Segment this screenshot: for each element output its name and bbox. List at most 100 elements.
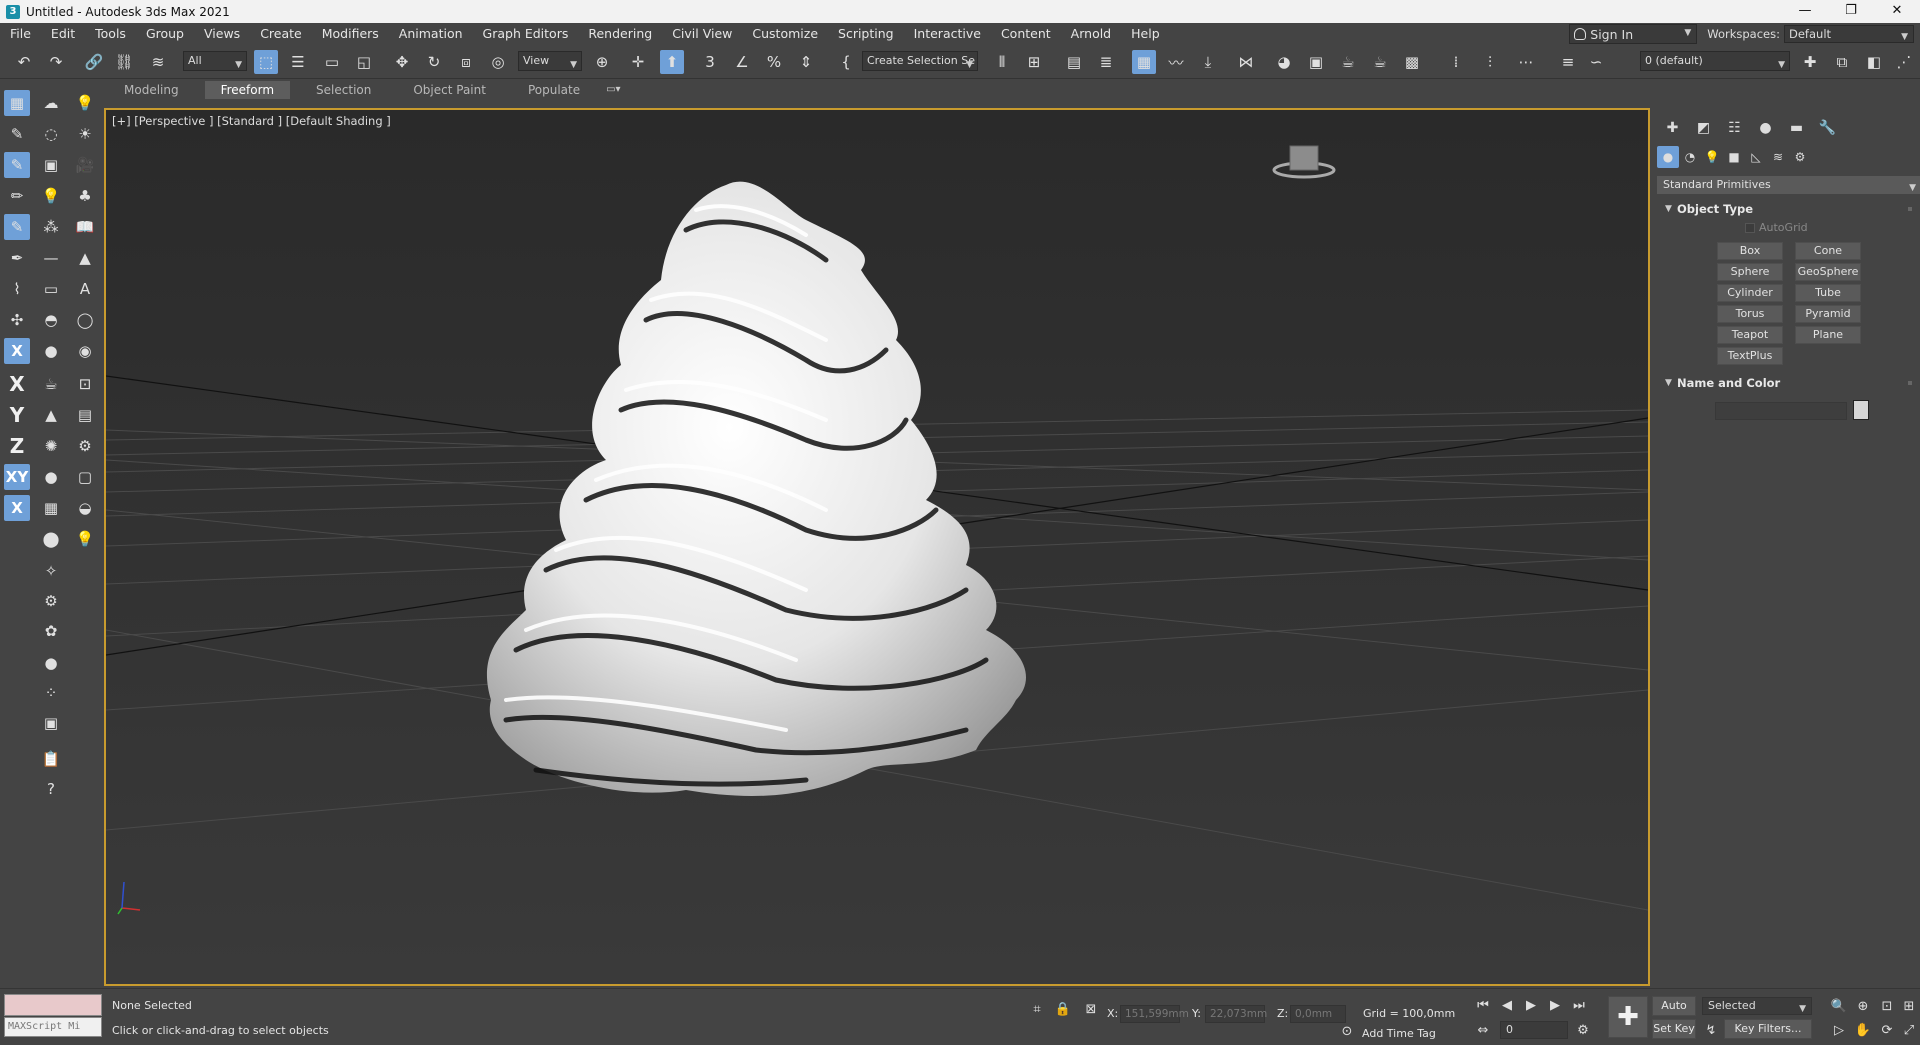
light-icon[interactable]: 💡 (38, 183, 64, 209)
teapot-button[interactable]: Teapot (1717, 326, 1783, 344)
select-by-name-icon[interactable]: ☰ (286, 50, 310, 74)
viewport-label[interactable]: [+] [Perspective ] [Standard ] [Default … (112, 114, 391, 128)
textplus-button[interactable]: TextPlus (1717, 347, 1783, 365)
select-object-icon[interactable]: ⬚ (254, 50, 278, 74)
y-coordinate-field[interactable]: 22,073mm (1205, 1005, 1267, 1023)
menu-interactive[interactable]: Interactive (904, 23, 991, 45)
sphere-icon[interactable]: ● (38, 338, 64, 364)
key-tangent-icon[interactable]: ↯ (1700, 1019, 1722, 1041)
plane-icon[interactable]: ▭ (38, 276, 64, 302)
menu-views[interactable]: Views (194, 23, 250, 45)
primitive-category-select[interactable]: Standard Primitives ▼ (1657, 176, 1920, 194)
system-icon[interactable]: ⚙ (72, 433, 98, 459)
xz-axis-icon[interactable]: X (4, 495, 30, 521)
menu-customize[interactable]: Customize (742, 23, 828, 45)
grid-toggle-icon[interactable]: ⁞ (1444, 50, 1468, 74)
field-of-view-icon[interactable]: ▷ (1828, 1019, 1850, 1041)
y-axis-icon[interactable]: Y (4, 402, 30, 428)
object-name-input[interactable] (1715, 402, 1847, 420)
add-time-tag-button[interactable]: Add Time Tag (1362, 1027, 1436, 1040)
window-crossing-icon[interactable]: ◱ (352, 50, 376, 74)
autogrid-checkbox[interactable]: AutoGrid (1745, 221, 1808, 234)
menu-tools[interactable]: Tools (85, 23, 136, 45)
pivot-center-icon[interactable]: ⊕ (590, 50, 614, 74)
menu-create[interactable]: Create (250, 23, 312, 45)
hierarchy-tab-icon[interactable]: ☷ (1719, 116, 1750, 140)
play-icon[interactable]: ▶ (1520, 994, 1542, 1016)
grid-fill-icon[interactable]: ▦ (38, 495, 64, 521)
camera-target-icon[interactable]: ◒ (72, 495, 98, 521)
ribbon-options-icon[interactable]: ▭▾ (606, 81, 628, 99)
angle-snap-icon[interactable]: ∠ (730, 50, 754, 74)
render-frame-icon[interactable]: ☕ (1336, 50, 1360, 74)
foliage-icon[interactable]: ✿ (38, 618, 64, 644)
tab-selection[interactable]: Selection (300, 81, 387, 99)
object-color-swatch[interactable] (1853, 400, 1869, 420)
menu-file[interactable]: File (0, 23, 41, 45)
key-mode-select[interactable]: Selected ▼ (1702, 997, 1812, 1015)
rectangular-selection-icon[interactable]: ▭ (320, 50, 344, 74)
paint-select-icon[interactable]: ✎ (4, 121, 30, 147)
maxscript-listener-output[interactable] (4, 994, 102, 1016)
modify-tab-icon[interactable]: ◩ (1688, 116, 1719, 140)
layer-explorer-icon[interactable]: ≣ (1094, 50, 1118, 74)
select-icon[interactable]: ▦ (4, 90, 30, 116)
geometry-icon[interactable]: ● (38, 464, 64, 490)
x-axis-icon[interactable]: X (4, 371, 30, 397)
display-tab-icon[interactable]: ▬ (1781, 116, 1812, 140)
mirror-icon[interactable]: ⫴ (990, 50, 1014, 74)
link-icon[interactable]: 🔗 (82, 50, 106, 74)
time-tag-icon[interactable]: ⊙ (1336, 1020, 1358, 1042)
systems-icon[interactable]: ⚙ (1789, 146, 1811, 168)
material-ball-icon[interactable]: ⬤ (38, 526, 64, 552)
utilities-tab-icon[interactable]: 🔧 (1812, 116, 1843, 140)
key-mode-icon[interactable]: ⇔ (1472, 1019, 1494, 1041)
sunlight-icon[interactable]: ✺ (38, 433, 64, 459)
menu-group[interactable]: Group (136, 23, 194, 45)
close-button[interactable]: ✕ (1874, 0, 1920, 23)
tab-modeling[interactable]: Modeling (108, 81, 195, 99)
previous-frame-icon[interactable]: ◀ (1496, 994, 1518, 1016)
sign-in-dropdown[interactable]: Sign In ▼ (1569, 24, 1698, 44)
auto-key-button[interactable]: Auto K.. (1652, 996, 1696, 1030)
cylinder-button[interactable]: Cylinder (1717, 284, 1783, 302)
pyramid-icon[interactable]: ▲ (38, 402, 64, 428)
menu-civil-view[interactable]: Civil View (662, 23, 742, 45)
space-warps-icon[interactable]: ≋ (1767, 146, 1789, 168)
layer-select[interactable]: 0 (default) ▼ (1640, 51, 1790, 71)
torus-icon[interactable]: ◯ (72, 307, 98, 333)
cone-icon[interactable]: ▲ (72, 245, 98, 271)
render-sphere-icon[interactable]: ● (38, 650, 64, 676)
render-window-icon[interactable]: ▣ (38, 710, 64, 736)
scene-explorer-icon[interactable]: ▤ (1062, 50, 1086, 74)
snap-grid-icon[interactable]: ⫶ (1478, 50, 1502, 74)
dope-sheet-icon[interactable]: ⤓ (1196, 50, 1220, 74)
add-to-layer-icon[interactable]: ⧉ (1830, 50, 1854, 74)
motion-tab-icon[interactable]: ● (1750, 116, 1781, 140)
maximize-viewport-icon[interactable]: ⤢ (1898, 1019, 1920, 1041)
current-frame-field[interactable]: 0 (1500, 1021, 1568, 1039)
menu-animation[interactable]: Animation (389, 23, 473, 45)
particles-icon[interactable]: ⁂ (38, 214, 64, 240)
layer-properties-icon[interactable]: ⋰ (1892, 50, 1916, 74)
brush-icon[interactable]: ✎ (4, 152, 30, 178)
zoom-extents-all-icon[interactable]: ⊞ (1898, 995, 1920, 1017)
curve-editor-icon[interactable]: 〰 (1164, 50, 1188, 74)
geosphere-icon[interactable]: ◉ (72, 338, 98, 364)
x-coordinate-field[interactable]: 151,599mm (1120, 1005, 1189, 1023)
hemisphere-icon[interactable]: ◓ (38, 307, 64, 333)
maxscript-mini-listener[interactable]: MAXScript Mi (4, 1017, 102, 1037)
box-button[interactable]: Box (1717, 242, 1783, 260)
pen-icon[interactable]: ✒ (4, 245, 30, 271)
unlink-icon[interactable]: ⛓ (112, 50, 136, 74)
rotate-icon[interactable]: ↻ (422, 50, 446, 74)
name-and-color-rollout[interactable]: ▼ Name and Color (1657, 374, 1920, 392)
isolate-selection-icon[interactable]: ⌗ (1026, 998, 1048, 1020)
time-configuration-icon[interactable]: ⚙ (1572, 1019, 1594, 1041)
menu-content[interactable]: Content (991, 23, 1061, 45)
zoom-extents-icon[interactable]: ⊡ (1876, 995, 1898, 1017)
teapot-small-icon[interactable]: ☕ (38, 371, 64, 397)
edit-named-selection-icon[interactable]: { (834, 50, 858, 74)
percent-snap-icon[interactable]: % (762, 50, 786, 74)
create-tab-icon[interactable]: ✚ (1657, 116, 1688, 140)
